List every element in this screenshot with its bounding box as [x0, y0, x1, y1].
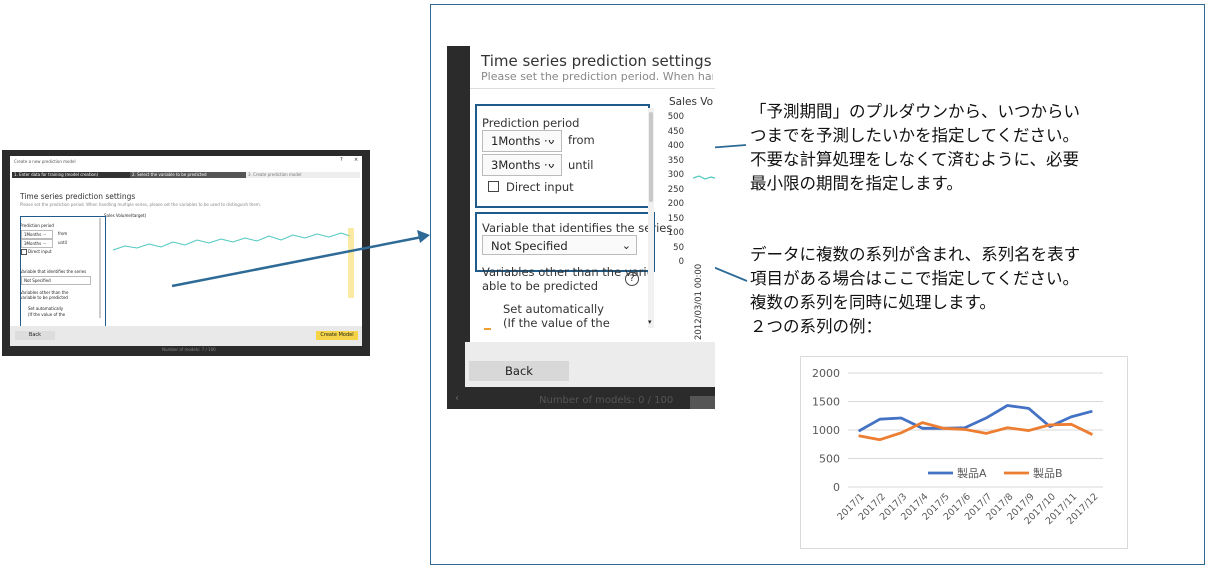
chart-y-tick: 350	[667, 155, 684, 166]
series-line-2	[858, 421, 1093, 442]
annotation-line: 「予測期間」のプルダウンから、いつからい	[750, 102, 1080, 121]
chart-y-tick: 250	[667, 184, 684, 195]
chart-x-tick: 2012/03/01 00:00	[694, 263, 704, 340]
chevron-left-icon: ‹	[455, 393, 459, 404]
chart-y-tick: 0	[678, 257, 684, 267]
series-line-1	[857, 404, 1093, 433]
period-annotation: 「予測期間」のプルダウンから、いつからい つまでを予測したいかを指定してください…	[750, 100, 1080, 196]
arrowhead-icon	[417, 230, 430, 243]
chart-y-tick: 50	[673, 242, 684, 253]
y-tick-label: 1500	[812, 396, 840, 409]
divider	[470, 88, 715, 89]
annotation-line: ２つの系列の例：	[750, 317, 882, 336]
series-annotation: データに複数の系列が含まれ、系列名を表す 項目がある場合はここで指定してください…	[750, 243, 1080, 339]
annotation-line: データに複数の系列が含まれ、系列名を表す	[750, 245, 1081, 264]
scroll-down-icon[interactable]: ▾	[648, 318, 652, 326]
y-tick-label: 500	[819, 453, 840, 466]
legend-label: 製品A	[957, 466, 987, 480]
annotation-line: 最小限の期間を指定します。	[750, 174, 963, 193]
annotation-line: 複数の系列を同時に処理します。	[750, 293, 996, 312]
chart-label: Sales Vol	[669, 96, 713, 108]
y-tick-label: 0	[833, 481, 840, 494]
chart-y-tick: 300	[667, 170, 684, 180]
annotation-line: つまでを予測したいかを指定してください。	[750, 126, 1080, 145]
help-icon[interactable]: ?	[625, 272, 639, 286]
scrollbar-thumb[interactable]	[649, 112, 653, 202]
chart-y-tick: 200	[667, 199, 684, 209]
set-auto-label-2: (If the value of the	[503, 316, 610, 330]
legend-label: 製品B	[1033, 466, 1063, 480]
example-chart: 2000 1500 1000 500 0 2017/1 2017/2 2017/3 2017/4…	[800, 356, 1128, 549]
y-tick-label: 2000	[812, 367, 840, 380]
y-tick-label: 1000	[812, 424, 840, 437]
series-highlight-box	[475, 212, 655, 272]
chart-line-fragment	[693, 175, 715, 180]
next-button-fragment[interactable]	[690, 396, 715, 409]
zoom-connector-line	[171, 235, 423, 288]
models-count: Number of models: 0 / 100	[539, 395, 674, 406]
chart-y-tick: 150	[667, 213, 684, 224]
radio-indicator[interactable]	[484, 328, 491, 330]
zoom-subtitle: Please set the prediction period. When h…	[481, 70, 713, 83]
back-button[interactable]: Back	[469, 361, 569, 381]
other-vars-line2: able to be predicted	[482, 279, 599, 293]
chart-y-tick: 450	[667, 126, 684, 137]
annotation-line: 項目がある場合はここで指定してください。	[750, 269, 1080, 288]
chart-y-tick: 400	[667, 141, 684, 151]
chart-y-tick: 100	[667, 228, 684, 238]
annotation-line: 不要な計算処理をしなくて済むように、必要	[750, 150, 1080, 169]
period-highlight-box	[475, 104, 650, 208]
example-chart-svg: 20001500100050002017/12017/22017/32017/4…	[812, 367, 1103, 527]
set-auto-label: Set automatically	[503, 302, 604, 316]
chart-y-tick: 500	[667, 112, 684, 122]
zoom-title: Time series prediction settings	[481, 52, 712, 70]
